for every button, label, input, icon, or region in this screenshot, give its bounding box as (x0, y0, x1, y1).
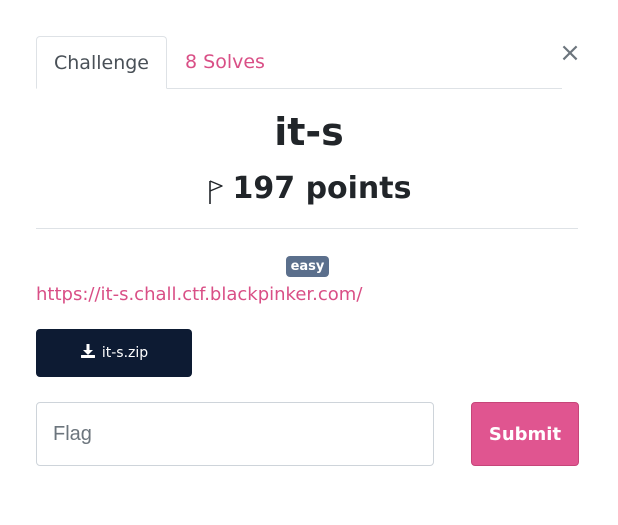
download-label: it-s.zip (101, 345, 149, 361)
challenge-title: it-s (274, 110, 344, 154)
submit-button[interactable]: Submit (471, 402, 579, 466)
tab-solves[interactable]: 8 Solves (180, 36, 270, 88)
divider (36, 228, 578, 229)
tab-challenge[interactable]: Challenge (36, 36, 167, 89)
challenge-tabs: Challenge 8 Solves (36, 36, 562, 89)
challenge-link[interactable]: https://it-s.chall.ctf.blackpinker.com/ (36, 283, 362, 307)
download-button[interactable]: it-s.zip (36, 329, 192, 377)
points-value: 197 points (232, 171, 412, 206)
challenge-points: 197 points (0, 166, 618, 212)
close-icon[interactable]: × (558, 38, 582, 68)
flag-icon (207, 174, 225, 204)
flag-input[interactable] (36, 402, 434, 466)
difficulty-badge: easy (286, 256, 329, 277)
download-icon (80, 331, 96, 358)
challenge-modal: Challenge 8 Solves × it-s 197 points eas… (0, 0, 618, 525)
